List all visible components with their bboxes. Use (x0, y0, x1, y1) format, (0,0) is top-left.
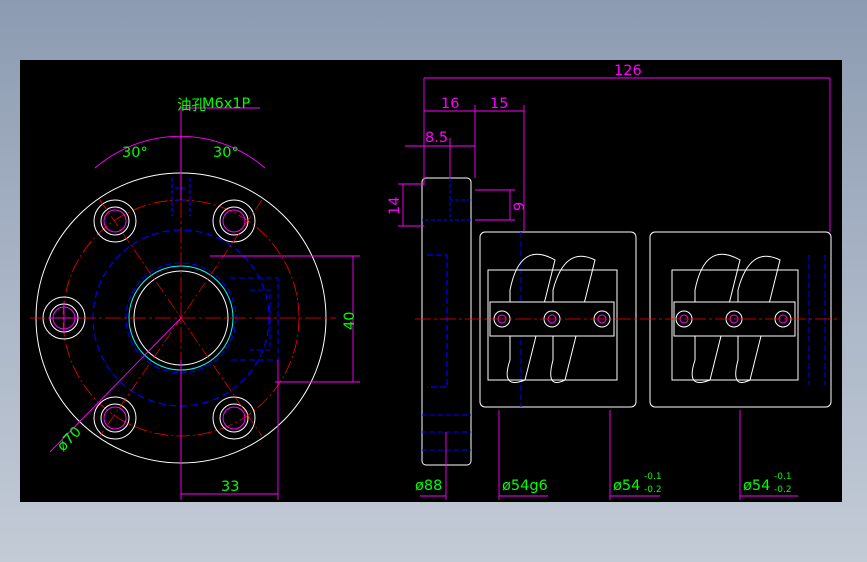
dim-15-label: 15 (490, 96, 508, 112)
dim-88-label: ø88 (415, 478, 442, 494)
dim-70-label: ø70 (54, 424, 84, 455)
dim-8-5-label: 8.5 (425, 130, 448, 146)
tolerance-lower: -0.2 (774, 485, 792, 495)
tolerance-upper: -0.1 (774, 472, 792, 482)
bolt-hole-side (422, 414, 471, 451)
dim-54-label-a: ø54 (613, 478, 640, 494)
angle-right-label: 30° (213, 145, 239, 161)
bolt-hole (93, 396, 137, 440)
flange-hidden (427, 254, 448, 388)
side-dimensions (398, 77, 831, 500)
tolerance-lower: -0.2 (644, 485, 662, 495)
dim-126-label: 126 (614, 63, 642, 79)
front-view: 油孔 M6x1P 30° 30° 40 33 ø70 (30, 96, 360, 500)
drawing-viewport[interactable]: 油孔 M6x1P 30° 30° 40 33 ø70 126 16 15 8.5… (20, 60, 842, 502)
dim-33-label: 33 (221, 479, 239, 495)
thread-label: M6x1P (202, 96, 251, 112)
oil-hole-side (422, 178, 471, 221)
angle-left-label: 30° (122, 145, 148, 161)
bolt-hole (212, 396, 256, 440)
dim-16-label: 16 (441, 96, 459, 112)
dim-40-label: 40 (342, 312, 358, 330)
dim-54g6-label: ø54g6 (502, 478, 548, 494)
tolerance-upper: -0.1 (644, 472, 662, 482)
bolt-hole (93, 199, 137, 243)
dim-14-label: 14 (387, 197, 403, 215)
dim-54-label-b: ø54 (743, 478, 770, 494)
side-view: 126 16 15 8.5 14 9 ø88 ø54g6 ø54 -0.1 -0… (387, 63, 838, 500)
angle-dim-line (94, 135, 266, 169)
dim-9-label: 9 (512, 202, 528, 211)
cad-drawing: 油孔 M6x1P 30° 30° 40 33 ø70 126 16 15 8.5… (30, 63, 838, 500)
